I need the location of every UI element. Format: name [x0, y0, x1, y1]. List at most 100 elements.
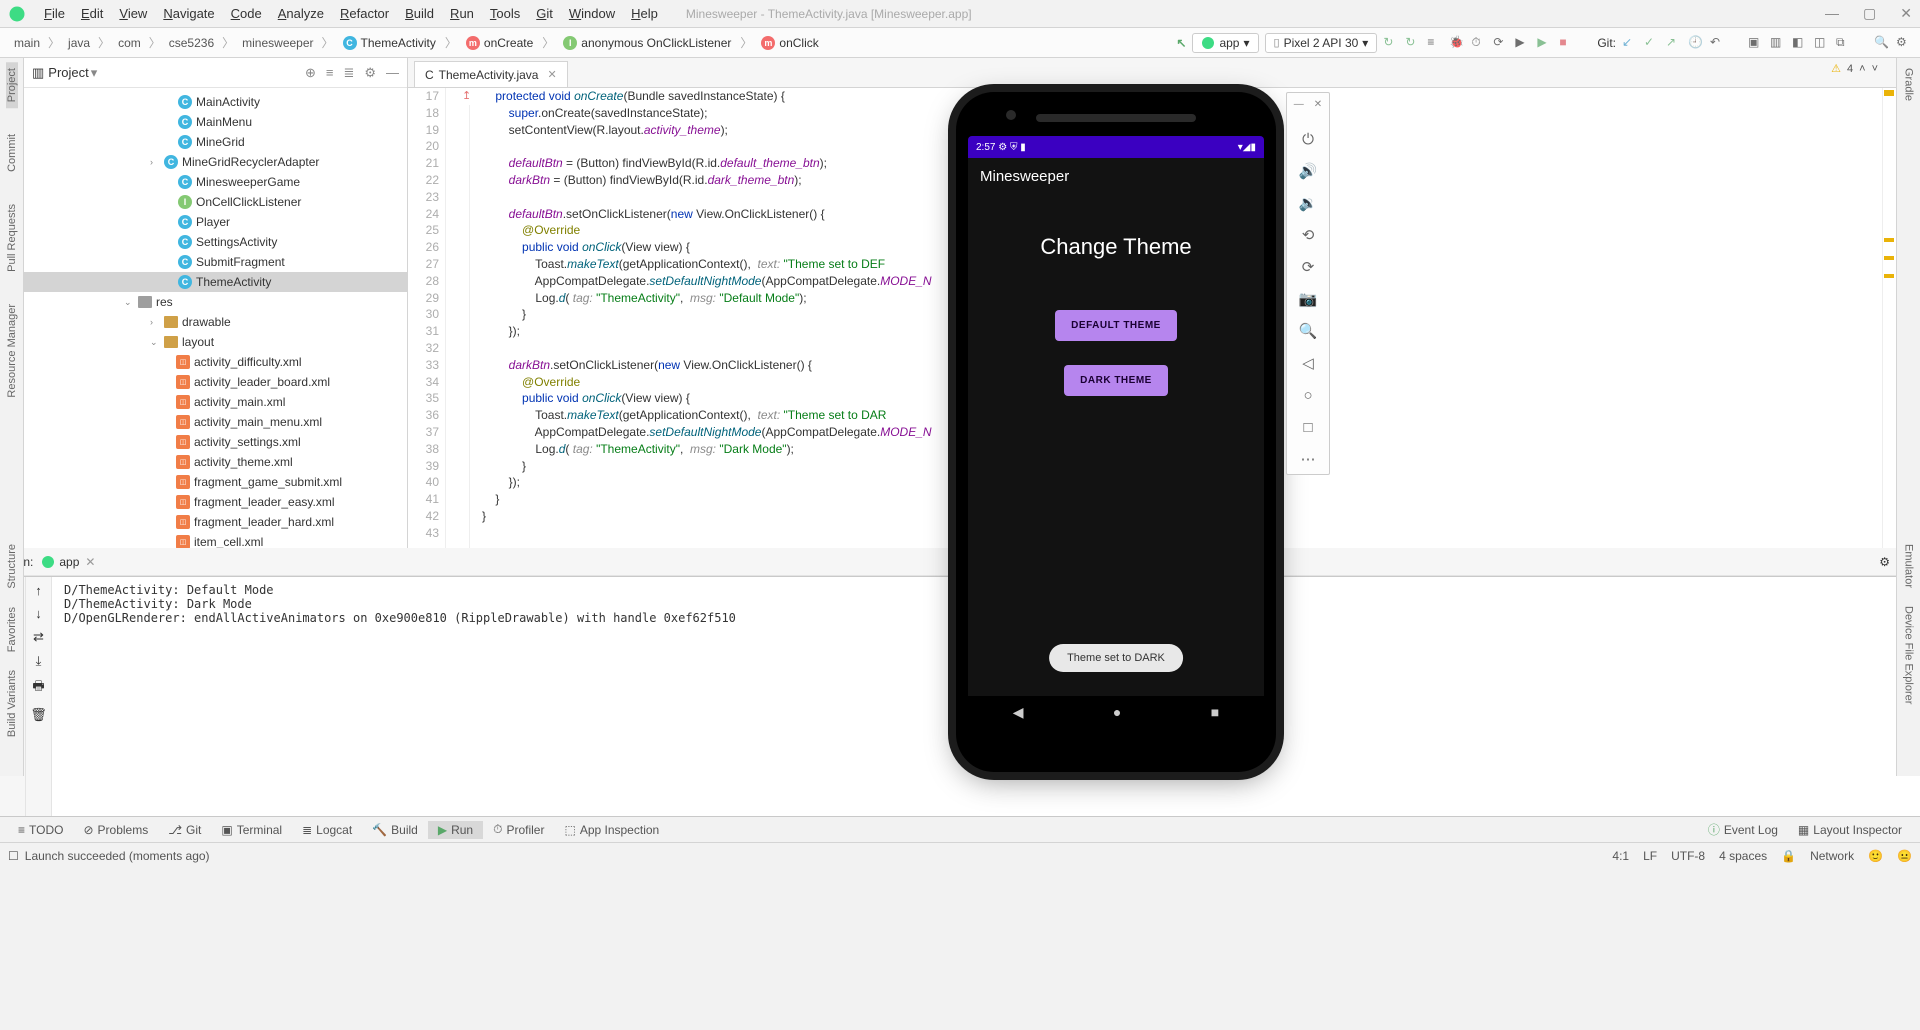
tool-build[interactable]: 🔨Build — [362, 821, 428, 839]
chevron-down-icon[interactable]: ˅ — [1872, 63, 1878, 75]
tree-class-ThemeActivity[interactable]: CThemeActivity — [24, 272, 407, 292]
dark-theme-button[interactable]: DARK THEME — [1064, 365, 1168, 396]
tree-file[interactable]: ◫activity_difficulty.xml — [24, 352, 407, 372]
run-configuration-selector[interactable]: app ▾ — [1192, 33, 1258, 53]
rotate-left-icon[interactable]: ⟲ — [1299, 226, 1317, 244]
volume-down-icon[interactable]: 🔉 — [1299, 194, 1317, 212]
menu-file[interactable]: File — [36, 4, 73, 23]
line-separator[interactable]: LF — [1643, 849, 1657, 863]
tool-tab-resource-manager[interactable]: Resource Manager — [6, 298, 18, 404]
zoom-icon[interactable]: 🔍 — [1299, 322, 1317, 340]
breadcrumb[interactable]: minesweeper — [236, 34, 319, 52]
tree-folder-res[interactable]: ⌄res — [24, 292, 407, 312]
recents-icon[interactable]: ■ — [1211, 704, 1219, 720]
tree-file[interactable]: ◫activity_settings.xml — [24, 432, 407, 452]
sync-alt-icon[interactable]: ↻ — [1405, 35, 1421, 51]
tree-class-Player[interactable]: CPlayer — [24, 212, 407, 232]
tree-file[interactable]: ◫fragment_leader_hard.xml — [24, 512, 407, 532]
tool-git[interactable]: ⎇Git — [158, 821, 211, 839]
menu-git[interactable]: Git — [528, 4, 561, 23]
breadcrumb-pill[interactable]: Ianonymous OnClickListener — [556, 34, 738, 52]
breadcrumb-pill[interactable]: monCreate — [459, 34, 540, 52]
tree-file[interactable]: ◫activity_leader_board.xml — [24, 372, 407, 392]
home-icon[interactable]: ○ — [1299, 386, 1317, 404]
tool-event-log[interactable]: ⓘEvent Log — [1698, 819, 1788, 840]
minimize-icon[interactable]: — — [1825, 5, 1839, 22]
back-icon[interactable]: ◁ — [1299, 354, 1317, 372]
tool-tab-device-file-explorer[interactable]: Device File Explorer — [1903, 606, 1915, 704]
power-icon[interactable]: ⏻ — [1299, 130, 1317, 148]
tool-todo[interactable]: ≡TODO — [8, 821, 73, 839]
apply-changes-icon[interactable]: ≡ — [1427, 35, 1443, 51]
print-icon[interactable]: 🖶 — [32, 677, 44, 699]
tool-terminal[interactable]: ▣Terminal — [211, 821, 292, 839]
tool-tab-emulator[interactable]: Emulator — [1903, 544, 1915, 588]
down-icon[interactable]: ↓ — [35, 606, 42, 621]
tool-tab-favorites[interactable]: Favorites — [6, 607, 18, 652]
home-icon[interactable]: ● — [1113, 704, 1121, 720]
error-stripe[interactable] — [1882, 88, 1896, 548]
maximize-icon[interactable]: ▢ — [1863, 5, 1876, 22]
tool-tab-structure[interactable]: Structure — [6, 544, 18, 589]
attach-debugger-icon[interactable]: ⟳ — [1493, 35, 1509, 51]
menu-window[interactable]: Window — [561, 4, 623, 23]
tool-tab-project[interactable]: Project — [6, 62, 18, 108]
tree-class-MineGrid[interactable]: CMineGrid — [24, 132, 407, 152]
tool-tab-gradle[interactable]: Gradle — [1903, 62, 1915, 107]
chevron-up-icon[interactable]: ˄ — [1859, 63, 1865, 75]
tree-class-MainActivity[interactable]: CMainActivity — [24, 92, 407, 112]
menu-build[interactable]: Build — [397, 4, 442, 23]
close-emulator-icon[interactable]: ✕ — [1314, 99, 1322, 110]
default-theme-button[interactable]: DEFAULT THEME — [1055, 310, 1177, 341]
tree-file[interactable]: ◫fragment_leader_easy.xml — [24, 492, 407, 512]
tool-tab-commit[interactable]: Commit — [6, 128, 18, 178]
indent[interactable]: 4 spaces — [1719, 849, 1767, 863]
face-ok-icon[interactable]: 🙂 — [1868, 849, 1883, 863]
encoding[interactable]: UTF-8 — [1671, 849, 1705, 863]
menu-analyze[interactable]: Analyze — [270, 4, 332, 23]
vcs-revert-icon[interactable]: ↶ — [1710, 35, 1726, 51]
run-icon[interactable]: ▶ — [1537, 35, 1553, 51]
menu-refactor[interactable]: Refactor — [332, 4, 397, 23]
tree-class-OnCellClickListener[interactable]: IOnCellClickListener — [24, 192, 407, 212]
rotate-right-icon[interactable]: ⟳ — [1299, 258, 1317, 276]
scroll-end-icon[interactable]: ⤓ — [36, 653, 42, 669]
resource-manager-icon[interactable]: ◧ — [1792, 35, 1808, 51]
tool-logcat[interactable]: ≣Logcat — [292, 821, 362, 839]
coverage-icon[interactable]: ▶ — [1515, 35, 1531, 51]
debug-icon[interactable]: 🐞 — [1449, 35, 1465, 51]
expand-all-icon[interactable]: ≡ — [326, 65, 334, 81]
stop-icon[interactable]: ■ — [1559, 35, 1575, 51]
tree-class-MineGridRecyclerAdapter[interactable]: ›CMineGridRecyclerAdapter — [24, 152, 407, 172]
breadcrumb[interactable]: main — [8, 34, 46, 52]
vcs-push-icon[interactable]: ↗ — [1666, 35, 1682, 51]
tree-folder-drawable[interactable]: ›drawable — [24, 312, 407, 332]
run-settings-icon[interactable]: ⚙ — [1879, 555, 1890, 569]
emulator-screen[interactable]: 2:57 ⚙ ⛨ ▮ ▾◢▮ Minesweeper Change Theme … — [968, 136, 1264, 728]
tree-file[interactable]: ◫activity_theme.xml — [24, 452, 407, 472]
project-view-title[interactable]: Project — [48, 65, 88, 80]
tool-run[interactable]: ▶Run — [428, 821, 483, 839]
vcs-history-icon[interactable]: 🕘 — [1688, 35, 1704, 51]
project-tree[interactable]: CMainActivityCMainMenuCMineGrid›CMineGri… — [24, 88, 407, 548]
vcs-update-icon[interactable]: ↙ — [1622, 35, 1638, 51]
breadcrumb-pill[interactable]: monClick — [754, 34, 825, 52]
face-sad-icon[interactable]: 😐 — [1897, 849, 1912, 863]
menu-code[interactable]: Code — [223, 4, 270, 23]
nav-back-icon[interactable]: ↖ — [1176, 36, 1186, 50]
tool-tab-build-variants[interactable]: Build Variants — [6, 670, 18, 737]
vcs-commit-icon[interactable]: ✓ — [1644, 35, 1660, 51]
tool-profiler[interactable]: ⏱Profiler — [483, 820, 554, 839]
network-label[interactable]: Network — [1810, 849, 1854, 863]
menu-navigate[interactable]: Navigate — [155, 4, 222, 23]
close-tab-icon[interactable]: ✕ — [547, 68, 556, 81]
tree-file[interactable]: ◫item_cell.xml — [24, 532, 407, 548]
breadcrumb[interactable]: com — [112, 34, 147, 52]
editor-tab-themeactivity[interactable]: C ThemeActivity.java ✕ — [414, 61, 568, 87]
volume-up-icon[interactable]: 🔊 — [1299, 162, 1317, 180]
soft-wrap-icon[interactable]: ⇄ — [33, 629, 44, 645]
tree-class-MinesweeperGame[interactable]: CMinesweeperGame — [24, 172, 407, 192]
tree-file[interactable]: ◫activity_main_menu.xml — [24, 412, 407, 432]
menu-view[interactable]: View — [111, 4, 155, 23]
tree-class-SettingsActivity[interactable]: CSettingsActivity — [24, 232, 407, 252]
